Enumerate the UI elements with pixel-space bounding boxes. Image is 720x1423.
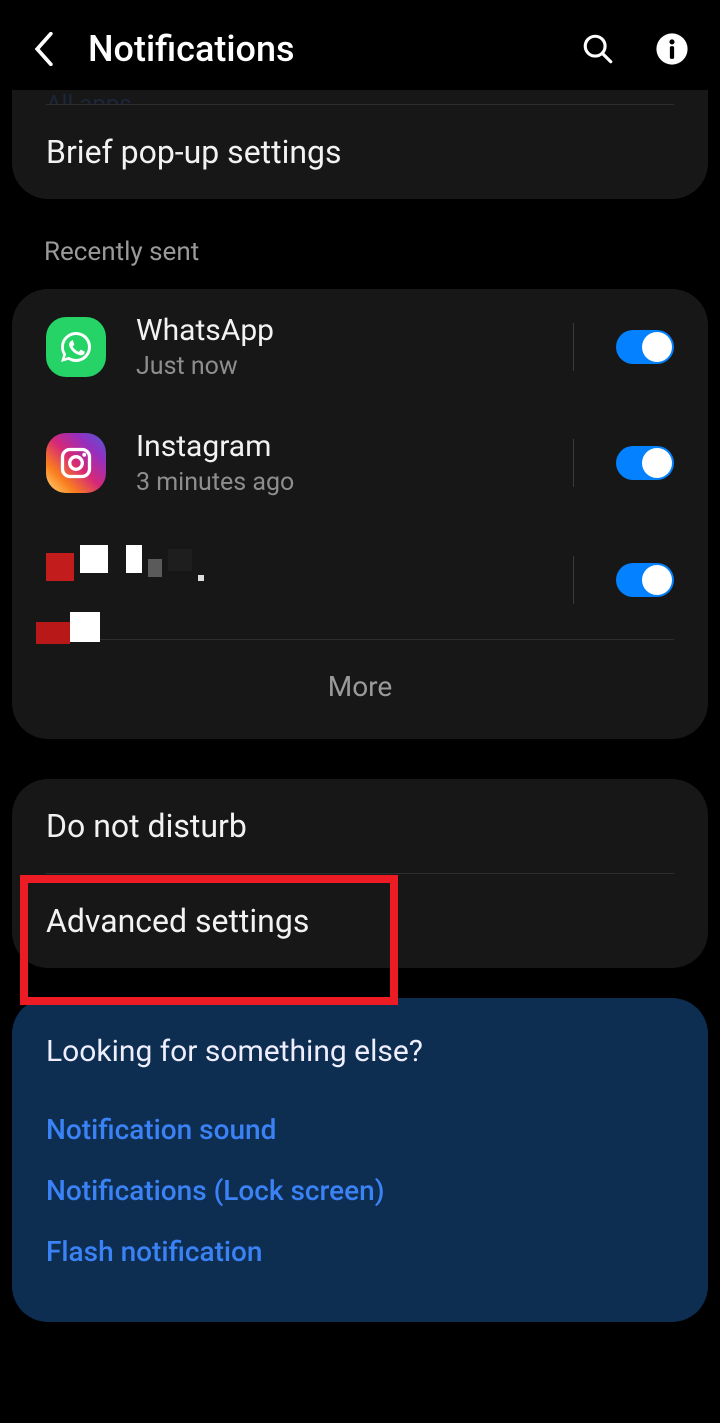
advanced-label: Advanced settings bbox=[46, 902, 309, 940]
info-icon[interactable] bbox=[654, 31, 690, 67]
link-lock-screen[interactable]: Notifications (Lock screen) bbox=[46, 1160, 674, 1221]
search-icon[interactable] bbox=[580, 31, 616, 67]
suggestions-title: Looking for something else? bbox=[46, 1034, 674, 1069]
whatsapp-icon bbox=[46, 317, 106, 377]
settings-card: Do not disturb Advanced settings bbox=[12, 779, 708, 968]
app-row-whatsapp[interactable]: WhatsApp Just now bbox=[12, 289, 708, 405]
instagram-icon bbox=[46, 433, 106, 493]
suggestions-card: Looking for something else? Notification… bbox=[12, 998, 708, 1322]
app-timestamp: Just now bbox=[136, 352, 543, 381]
toggle-whatsapp[interactable] bbox=[616, 330, 674, 364]
app-row-redacted[interactable] bbox=[12, 521, 708, 639]
back-icon[interactable] bbox=[30, 35, 58, 63]
toggle-redacted[interactable] bbox=[616, 563, 674, 597]
app-info: Instagram 3 minutes ago bbox=[136, 429, 543, 497]
advanced-settings-row[interactable]: Advanced settings bbox=[12, 874, 708, 968]
do-not-disturb-row[interactable]: Do not disturb bbox=[12, 779, 708, 873]
recently-sent-label: Recently sent bbox=[0, 223, 720, 289]
link-flash[interactable]: Flash notification bbox=[46, 1221, 674, 1282]
brief-settings-card: All apps Brief pop-up settings bbox=[12, 90, 708, 199]
app-info bbox=[136, 578, 543, 582]
toggle-instagram[interactable] bbox=[616, 446, 674, 480]
app-timestamp: 3 minutes ago bbox=[136, 468, 543, 497]
recent-apps-card: WhatsApp Just now Instagram 3 minutes ag… bbox=[12, 289, 708, 739]
link-notification-sound[interactable]: Notification sound bbox=[46, 1099, 674, 1160]
app-header: Notifications bbox=[0, 0, 720, 90]
separator bbox=[573, 556, 574, 604]
page-title: Notifications bbox=[88, 28, 550, 70]
dnd-label: Do not disturb bbox=[46, 807, 247, 845]
app-info: WhatsApp Just now bbox=[136, 313, 543, 381]
all-apps-link[interactable]: All apps bbox=[12, 90, 708, 104]
separator bbox=[573, 439, 574, 487]
app-name: Instagram bbox=[136, 429, 543, 464]
app-row-instagram[interactable]: Instagram 3 minutes ago bbox=[12, 405, 708, 521]
separator bbox=[573, 323, 574, 371]
brief-popup-label: Brief pop-up settings bbox=[46, 133, 342, 171]
more-button[interactable]: More bbox=[12, 640, 708, 739]
brief-popup-row[interactable]: Brief pop-up settings bbox=[12, 105, 708, 199]
app-name: WhatsApp bbox=[136, 313, 543, 348]
